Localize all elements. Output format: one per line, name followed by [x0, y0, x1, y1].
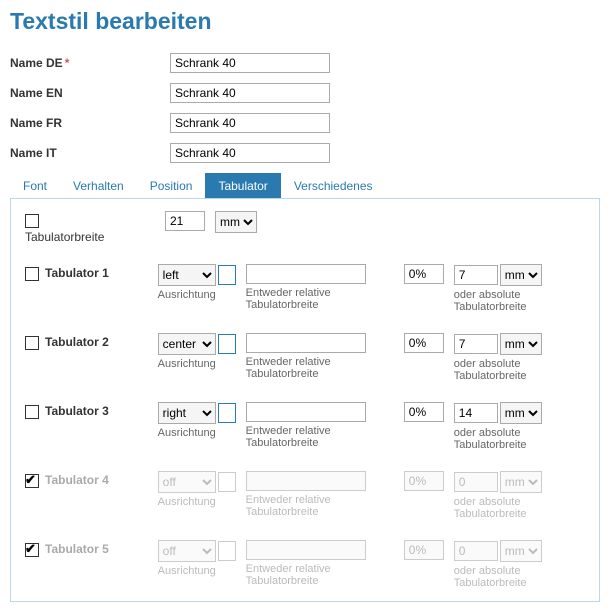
- abs-unit-3[interactable]: mm: [500, 402, 542, 424]
- checkbox-tab-width[interactable]: [25, 214, 39, 228]
- label-tab-4: Tabulator 4: [45, 473, 109, 487]
- align-select-4: off: [158, 471, 216, 493]
- cap-rel-4: Entweder relative Tabulatorbreite: [246, 494, 394, 518]
- abs-unit-1[interactable]: mm: [500, 264, 542, 286]
- checkbox-tab-2[interactable]: [25, 336, 39, 350]
- row-tab-5: Tabulator 5 off Ausrichtung Entweder rel…: [25, 540, 585, 589]
- checkbox-tab-4[interactable]: [25, 474, 39, 488]
- label-name-fr: Name FR: [10, 116, 170, 130]
- tab-panel-tabulator: Tabulatorbreite mm Tabulator 1 left Ausr…: [10, 198, 600, 602]
- name-en-field[interactable]: [170, 83, 330, 103]
- cap-align-2: Ausrichtung: [158, 358, 236, 370]
- tab-verhalten[interactable]: Verhalten: [60, 173, 137, 198]
- cap-rel-1: Entweder relative Tabulatorbreite: [246, 287, 394, 311]
- abs-unit-4: mm: [500, 471, 542, 493]
- cap-abs-3: oder absolute Tabulatorbreite: [454, 427, 585, 451]
- cap-rel-5: Entweder relative Tabulatorbreite: [246, 563, 394, 587]
- cap-align-1: Ausrichtung: [158, 289, 236, 301]
- tab-verschiedenes[interactable]: Verschiedenes: [281, 173, 386, 198]
- tab-width-value[interactable]: [165, 211, 205, 231]
- align-select-1[interactable]: left: [158, 264, 216, 286]
- page-title: Textstil bearbeiten: [10, 8, 600, 35]
- abs-input-1[interactable]: [454, 265, 498, 285]
- label-tab-5: Tabulator 5: [45, 542, 109, 556]
- abs-input-2[interactable]: [454, 334, 498, 354]
- label-tab-width: Tabulatorbreite: [25, 230, 104, 244]
- abs-input-4: [454, 472, 498, 492]
- tab-tabulator[interactable]: Tabulator: [205, 173, 280, 198]
- pct-input-3[interactable]: [404, 402, 444, 422]
- relwidth-input-2[interactable]: [246, 333, 366, 353]
- cap-align-5: Ausrichtung: [158, 565, 236, 577]
- color-swatch-3[interactable]: [218, 403, 236, 423]
- pct-input-2[interactable]: [404, 333, 444, 353]
- pct-input-5: [404, 540, 444, 560]
- name-it-field[interactable]: [170, 143, 330, 163]
- checkbox-tab-3[interactable]: [25, 405, 39, 419]
- color-swatch-2[interactable]: [218, 334, 236, 354]
- label-name-de: Name DE*: [10, 56, 170, 70]
- row-tab-3: Tabulator 3 right Ausrichtung Entweder r…: [25, 402, 585, 451]
- cap-align-3: Ausrichtung: [158, 427, 236, 439]
- label-tab-2: Tabulator 2: [45, 335, 109, 349]
- relwidth-input-5: [246, 540, 366, 560]
- cap-abs-5: oder absolute Tabulatorbreite: [454, 565, 585, 589]
- align-select-3[interactable]: right: [158, 402, 216, 424]
- tab-position[interactable]: Position: [137, 173, 206, 198]
- cap-abs-1: oder absolute Tabulatorbreite: [454, 289, 585, 313]
- checkbox-tab-5[interactable]: [25, 543, 39, 557]
- color-swatch-5: [218, 541, 236, 561]
- align-select-2[interactable]: center: [158, 333, 216, 355]
- cap-rel-2: Entweder relative Tabulatorbreite: [246, 356, 394, 380]
- pct-input-1[interactable]: [404, 264, 444, 284]
- relwidth-input-4: [246, 471, 366, 491]
- abs-input-5: [454, 541, 498, 561]
- row-tab-2: Tabulator 2 center Ausrichtung Entweder …: [25, 333, 585, 382]
- abs-unit-5: mm: [500, 540, 542, 562]
- abs-unit-2[interactable]: mm: [500, 333, 542, 355]
- checkbox-tab-1[interactable]: [25, 267, 39, 281]
- label-tab-3: Tabulator 3: [45, 404, 109, 418]
- align-select-5: off: [158, 540, 216, 562]
- tab-bar: Font Verhalten Position Tabulator Versch…: [10, 173, 600, 198]
- name-de-field[interactable]: [170, 53, 330, 73]
- tab-font[interactable]: Font: [10, 173, 60, 198]
- label-name-en: Name EN: [10, 86, 170, 100]
- cap-rel-3: Entweder relative Tabulatorbreite: [246, 425, 394, 449]
- row-tab-4: Tabulator 4 off Ausrichtung Entweder rel…: [25, 471, 585, 520]
- relwidth-input-1[interactable]: [246, 264, 366, 284]
- label-name-it: Name IT: [10, 146, 170, 160]
- name-fr-field[interactable]: [170, 113, 330, 133]
- row-tab-width: Tabulatorbreite mm: [25, 211, 585, 244]
- cap-align-4: Ausrichtung: [158, 496, 236, 508]
- pct-input-4: [404, 471, 444, 491]
- cap-abs-4: oder absolute Tabulatorbreite: [454, 496, 585, 520]
- abs-input-3[interactable]: [454, 403, 498, 423]
- color-swatch-1[interactable]: [218, 265, 236, 285]
- label-tab-1: Tabulator 1: [45, 266, 109, 280]
- tab-width-unit[interactable]: mm: [215, 211, 257, 233]
- relwidth-input-3[interactable]: [246, 402, 366, 422]
- color-swatch-4: [218, 472, 236, 492]
- row-tab-1: Tabulator 1 left Ausrichtung Entweder re…: [25, 264, 585, 313]
- cap-abs-2: oder absolute Tabulatorbreite: [454, 358, 585, 382]
